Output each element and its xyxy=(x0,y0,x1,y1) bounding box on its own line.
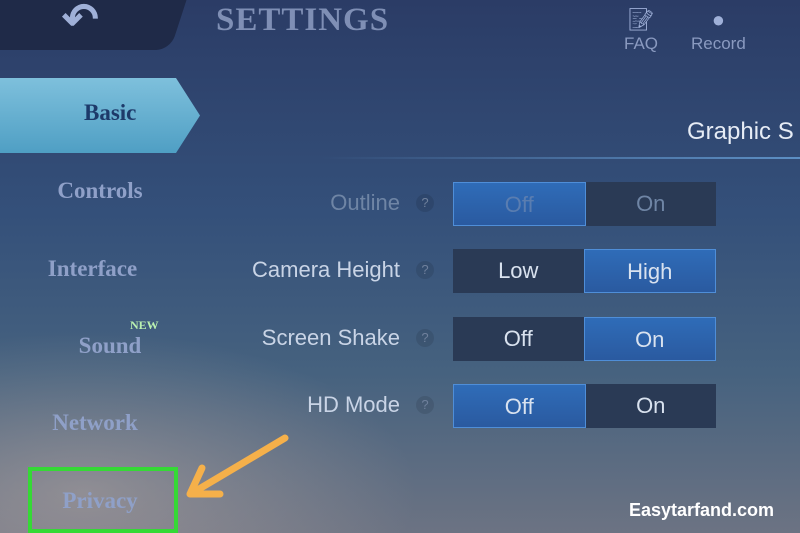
setting-row: Outline? Off On xyxy=(220,182,720,226)
divider xyxy=(320,157,800,159)
sidebar-item-label: Basic xyxy=(84,100,137,125)
option-on[interactable]: On xyxy=(586,182,717,226)
toggle-group: Off On xyxy=(453,317,716,361)
help-icon[interactable]: ? xyxy=(416,329,434,347)
setting-label: Screen Shake xyxy=(261,325,400,350)
option-off[interactable]: Off xyxy=(453,182,586,226)
help-icon[interactable]: ? xyxy=(416,396,434,414)
setting-label: Camera Height xyxy=(252,257,400,282)
toggle-group: Low High xyxy=(453,249,716,293)
setting-row: Screen Shake? Off On xyxy=(220,317,720,361)
sidebar-item-controls[interactable]: Controls xyxy=(0,178,200,204)
setting-row: Camera Height? Low High xyxy=(220,249,720,293)
help-icon[interactable]: ? xyxy=(416,261,434,279)
option-off[interactable]: Off xyxy=(453,317,584,361)
section-title: Graphic S xyxy=(687,118,794,145)
back-arrow-icon[interactable]: ↶ xyxy=(62,0,99,42)
sidebar-item-network[interactable]: Network xyxy=(0,410,190,436)
document-icon: 📝︎ xyxy=(627,7,655,32)
new-badge: NEW xyxy=(130,318,159,332)
option-high[interactable]: High xyxy=(583,249,716,293)
option-on[interactable]: On xyxy=(583,317,716,361)
highlight-box xyxy=(28,467,178,533)
record-button[interactable]: ● Record xyxy=(691,6,746,54)
setting-row: HD Mode? Off On xyxy=(220,384,720,428)
setting-label: HD Mode xyxy=(307,392,400,417)
watermark: Easytarfand.com xyxy=(629,500,775,520)
option-off[interactable]: Off xyxy=(453,384,586,428)
setting-label: Outline xyxy=(330,190,400,215)
headset-icon: ● xyxy=(711,7,726,32)
faq-label: FAQ xyxy=(624,34,659,53)
sidebar-item-interface[interactable]: Interface xyxy=(0,256,185,282)
option-on[interactable]: On xyxy=(586,384,717,428)
pointer-arrow-icon xyxy=(186,434,289,498)
option-low[interactable]: Low xyxy=(453,249,584,293)
help-icon[interactable]: ? xyxy=(416,194,434,212)
toggle-group: Off On xyxy=(453,182,716,226)
toggle-group: Off On xyxy=(453,384,716,428)
record-label: Record xyxy=(691,34,746,53)
page-title: SETTINGS xyxy=(216,2,390,38)
sidebar-item-basic[interactable]: Basic xyxy=(0,78,200,153)
sidebar-item-sound[interactable]: Sound xyxy=(0,333,220,359)
faq-button[interactable]: 📝︎ FAQ xyxy=(624,6,658,54)
